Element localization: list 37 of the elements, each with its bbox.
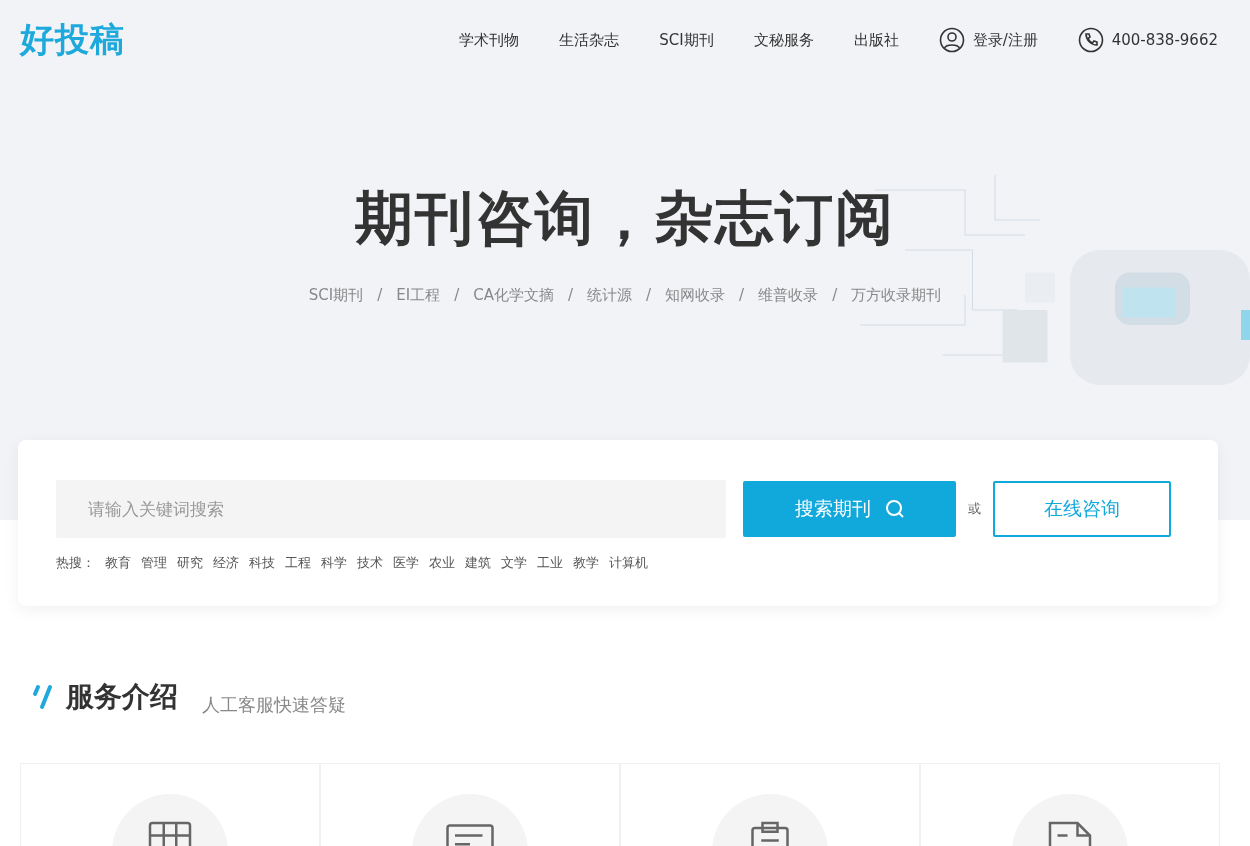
nav-link[interactable]: 学术刊物 (459, 30, 520, 50)
hot-keyword[interactable]: 计算机 (609, 554, 648, 572)
hot-keyword[interactable]: 工业 (537, 554, 563, 572)
hot-keyword[interactable]: 农业 (429, 554, 455, 572)
section-subtitle: 人工客服快速答疑 (202, 693, 346, 717)
hot-keyword[interactable]: 管理 (141, 554, 167, 572)
search-field[interactable]: 请输入关键词搜索 (56, 480, 726, 538)
hot-keyword[interactable]: 工程 (285, 554, 311, 572)
separator: / (646, 286, 652, 305)
hot-keyword[interactable]: 技术 (357, 554, 383, 572)
hot-keyword[interactable]: 文学 (501, 554, 527, 572)
nav-link[interactable]: 生活杂志 (559, 30, 620, 50)
hot-keyword[interactable]: 科学 (321, 554, 347, 572)
hot-keyword[interactable]: 科技 (249, 554, 275, 572)
hot-keyword[interactable]: 研究 (177, 554, 203, 572)
section-title: 服务介绍 (66, 679, 178, 715)
separator: / (832, 286, 838, 305)
hot-keyword[interactable]: 医学 (393, 554, 419, 572)
nav-link[interactable]: 出版社 (853, 30, 899, 50)
phone-number: 400-838-9662 (1111, 31, 1218, 49)
or-text: 或 (968, 500, 981, 518)
separator: / (567, 286, 574, 305)
separator: / (739, 286, 745, 305)
nav-link[interactable]: 文秘服务 (753, 30, 814, 50)
hero-title: 期刊咨询，杂志订阅 (354, 183, 896, 254)
hot-keyword[interactable]: 经济 (213, 554, 239, 572)
hot-keyword[interactable]: 教学 (573, 554, 599, 572)
hot-label: 热搜： (56, 554, 95, 572)
hot-keyword[interactable]: 建筑 (465, 554, 491, 572)
phone-icon (1077, 27, 1104, 53)
nav-link[interactable]: SCI期刊 (659, 30, 714, 50)
user-icon[interactable] (938, 27, 965, 53)
login-link[interactable]: 登录/注册 (972, 30, 1038, 50)
hot-keyword[interactable]: 教育 (105, 554, 131, 572)
separator: / (377, 286, 383, 305)
search-icon (884, 499, 905, 519)
separator: / (454, 286, 460, 305)
